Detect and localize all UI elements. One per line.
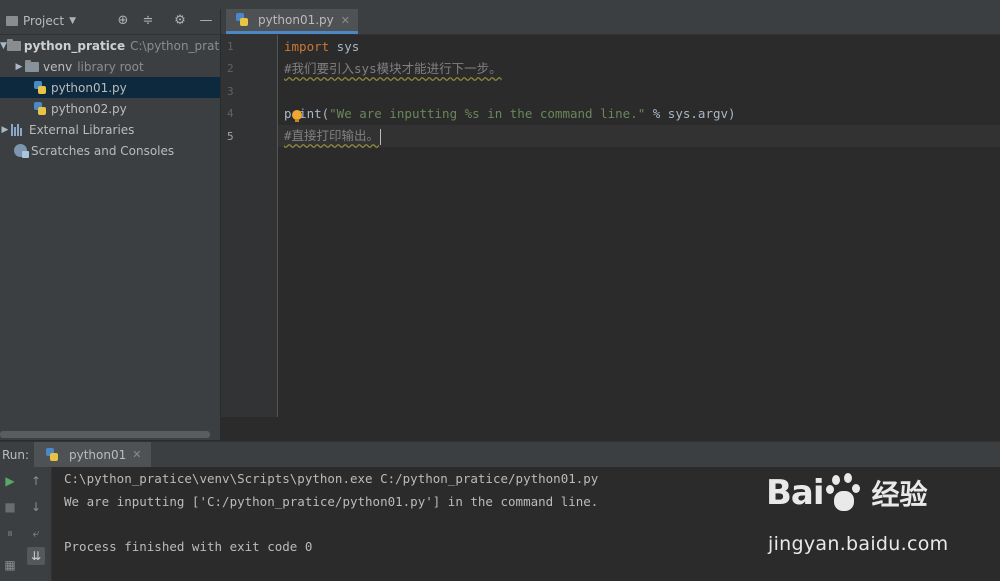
text-caret	[380, 128, 382, 145]
tree-item-python-pratice[interactable]: ▼ python_pratice C:\python_pratic	[0, 35, 220, 56]
chevron-down-icon: ▼	[69, 16, 76, 26]
comment-text: #我们要引入sys模块才能进行下一步。	[284, 61, 502, 76]
tab-label: python01.py	[258, 13, 334, 27]
project-panel-header: Project ▼ ⊕ ≑ ⚙ —	[0, 9, 220, 35]
tree-item-path: C:\python_pratic	[130, 38, 220, 53]
tree-item-label: Scratches and Consoles	[31, 143, 175, 158]
libraries-icon	[10, 123, 26, 137]
line-number: 2	[227, 62, 234, 75]
gear-icon[interactable]: ⚙	[172, 13, 188, 29]
scratches-icon	[12, 144, 29, 158]
line-number: 3	[227, 85, 234, 98]
code-text: print(	[284, 106, 330, 121]
string-literal: "We are inputting %s in the command line…	[329, 106, 646, 121]
tree-item-label: External Libraries	[29, 122, 135, 137]
code-text: sys	[329, 39, 360, 54]
console-line: Process finished with exit code 0	[64, 539, 313, 554]
run-panel-header: Run: python01 ✕	[0, 441, 1000, 468]
code-line: print("We are inputting %s in the comman…	[284, 103, 736, 125]
line-number-gutter: 1 2 3 4 5	[221, 35, 278, 417]
console-line: We are inputting ['C:/python_pratice/pyt…	[64, 494, 599, 509]
project-panel-title: Project	[23, 14, 65, 28]
python-file-icon	[234, 13, 250, 27]
tree-item-python02[interactable]: python02.py	[0, 98, 220, 119]
stop-icon[interactable]: ■	[1, 498, 19, 516]
line-number: 5	[227, 130, 234, 143]
baidu-jingyan-watermark: Bai 经验 jingyan.baidu.com	[766, 473, 986, 563]
tree-item-label: python02.py	[51, 101, 127, 116]
tree-item-scratches[interactable]: Scratches and Consoles	[0, 140, 220, 161]
up-arrow-icon[interactable]: ↑	[27, 472, 45, 490]
watermark-url: jingyan.baidu.com	[768, 533, 949, 555]
tree-item-label: python01.py	[51, 80, 127, 95]
logo-text: Bai	[766, 473, 825, 513]
python-file-icon	[32, 101, 48, 116]
paw-icon	[825, 473, 864, 513]
tree-item-label: python_pratice	[23, 38, 126, 53]
baidu-logo: Bai 经验	[766, 473, 928, 513]
tree-item-label: venv	[43, 59, 73, 74]
code-line-current: #直接打印输出。	[278, 125, 1000, 147]
folder-icon	[6, 38, 21, 53]
python-file-icon	[44, 447, 60, 462]
locate-icon[interactable]: ⊕	[115, 13, 131, 29]
project-view-selector[interactable]: Project ▼	[6, 14, 76, 28]
close-icon[interactable]: ✕	[132, 448, 141, 461]
horizontal-scrollbar[interactable]	[0, 431, 210, 438]
run-label: Run:	[2, 448, 30, 462]
line-number: 1	[227, 40, 234, 53]
run-toolbar: ▶ ↑ ■ ↓ ⏸ ⤶ ⇊ ▦	[0, 467, 52, 581]
collapsed-arrow-icon[interactable]: ▶	[14, 62, 24, 72]
keyword-import: import	[284, 39, 330, 54]
pause-icon[interactable]: ⏸	[1, 524, 19, 542]
close-icon[interactable]: ✕	[341, 14, 350, 27]
logo-text: 经验	[871, 478, 928, 511]
tab-python01[interactable]: python01.py ✕	[226, 9, 358, 34]
project-panel: Project ▼ ⊕ ≑ ⚙ — ▼ python_pratice C:\py…	[0, 9, 221, 440]
tab-label: python01	[69, 447, 127, 462]
comment-text: #直接打印输出。	[284, 128, 380, 143]
collapsed-arrow-icon[interactable]: ▶	[0, 125, 10, 135]
tree-item-venv[interactable]: ▶ venv library root	[0, 56, 234, 77]
code-line: #我们要引入sys模块才能进行下一步。	[284, 58, 502, 80]
editor-tab-bar: python01.py ✕	[221, 9, 1000, 35]
editor-bottom-area	[221, 417, 1000, 440]
python-file-icon	[32, 80, 48, 95]
minimize-icon[interactable]: —	[198, 13, 214, 29]
down-arrow-icon[interactable]: ↓	[27, 498, 45, 516]
intention-bulb-icon[interactable]	[292, 110, 302, 122]
tree-item-external-libraries[interactable]: ▶ External Libraries	[0, 119, 220, 140]
layout-icon[interactable]: ▦	[1, 556, 19, 574]
tree-item-python01[interactable]: python01.py	[0, 77, 220, 98]
code-text: % sys.argv)	[645, 106, 736, 121]
folder-icon	[24, 59, 40, 74]
rerun-icon[interactable]: ▶	[1, 472, 19, 490]
line-number: 4	[227, 107, 234, 120]
tree-item-tag: library root	[77, 59, 144, 74]
console-line: C:\python_pratice\venv\Scripts\python.ex…	[64, 471, 599, 486]
code-line: import sys	[284, 36, 359, 58]
scroll-to-end-icon[interactable]: ⇊	[27, 547, 45, 565]
tab-run-python01[interactable]: python01 ✕	[34, 442, 152, 467]
soft-wrap-icon[interactable]: ⤶	[27, 524, 45, 542]
expanded-arrow-icon[interactable]: ▼	[0, 41, 7, 51]
collapse-all-icon[interactable]: ≑	[140, 13, 156, 29]
project-icon	[6, 16, 18, 26]
code-editor[interactable]: import sys #我们要引入sys模块才能进行下一步。 print("We…	[278, 35, 1000, 417]
